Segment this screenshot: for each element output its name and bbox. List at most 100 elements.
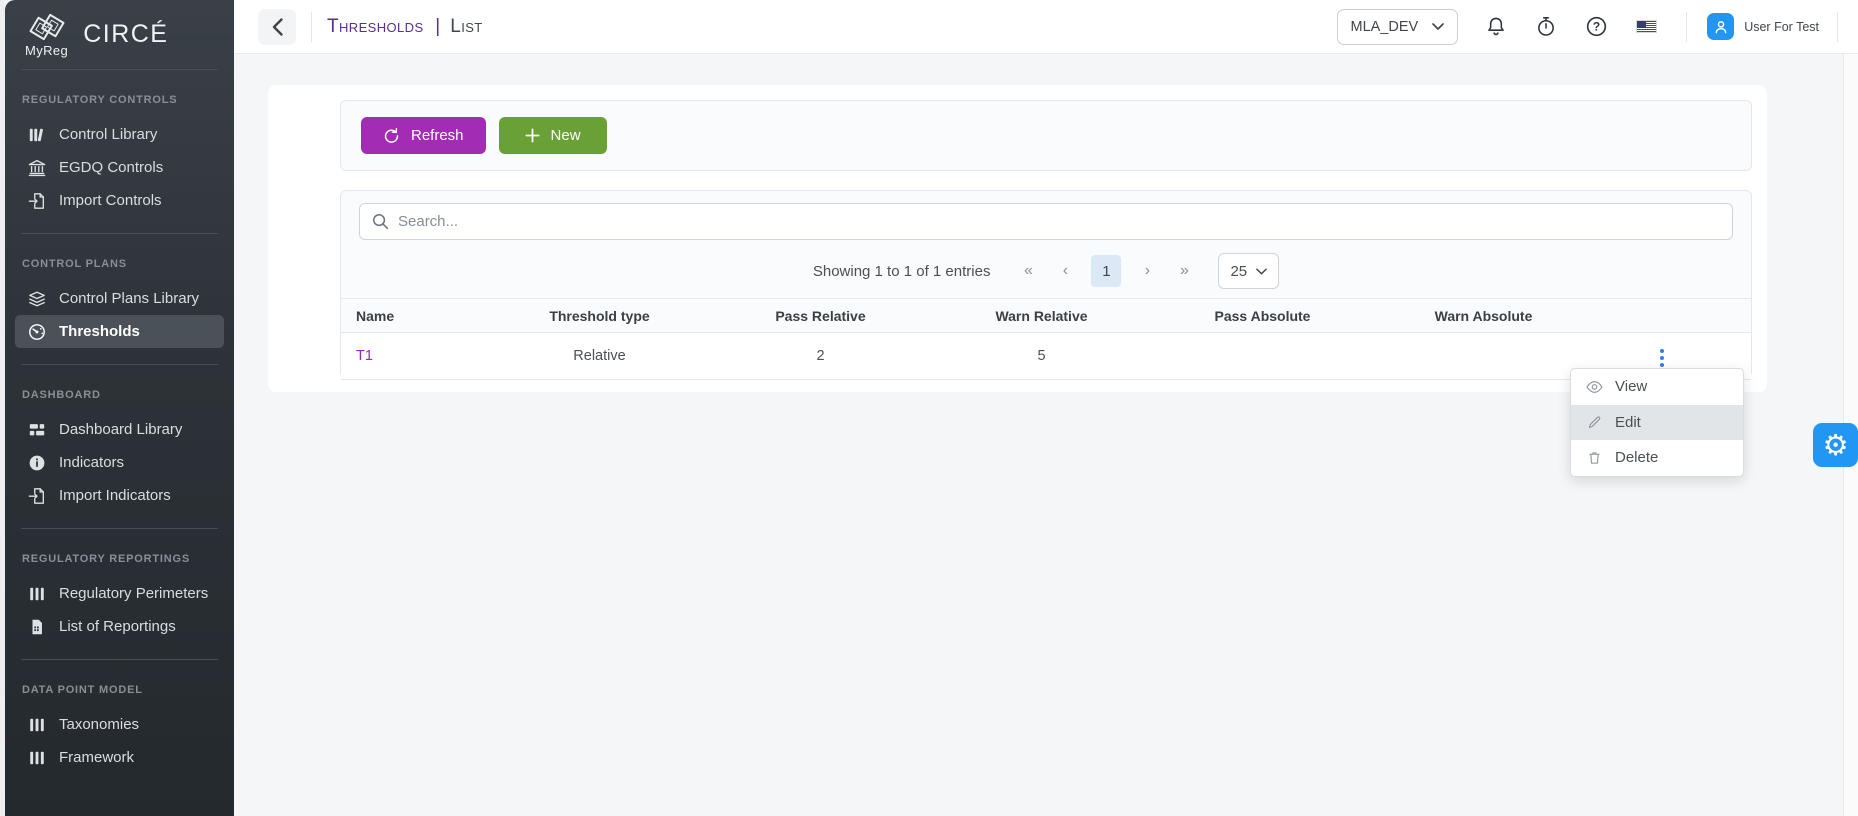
- user-menu[interactable]: User For Test: [1707, 13, 1819, 40]
- app-name: CIRCÉ: [83, 20, 169, 48]
- last-page-button[interactable]: »: [1173, 262, 1195, 280]
- breadcrumb-primary: Thresholds: [327, 15, 424, 37]
- menu-item-label: View: [1615, 378, 1648, 396]
- question-circle-icon: ?: [1585, 15, 1608, 38]
- report-file-icon: [28, 618, 46, 636]
- sidebar-item-regulatory-perimeters[interactable]: Regulatory Perimeters: [5, 577, 234, 610]
- myreg-logo-icon: [27, 12, 67, 42]
- sidebar-item-taxonomies[interactable]: Taxonomies: [5, 708, 234, 741]
- table-header-row: Name Threshold type Pass Relative Warn R…: [341, 298, 1751, 333]
- sidebar: MyReg CIRCÉ Regulatory Controls Control …: [5, 0, 234, 816]
- sidebar-item-thresholds[interactable]: Thresholds: [15, 315, 224, 348]
- sidebar-item-import-indicators[interactable]: Import Indicators: [5, 479, 234, 512]
- library-books-icon: [28, 126, 46, 144]
- stopwatch-icon: [1535, 15, 1557, 38]
- settings-button[interactable]: ⚙: [1813, 423, 1858, 467]
- pagination-summary: Showing 1 to 1 of 1 entries: [812, 262, 991, 280]
- bell-icon: [1485, 15, 1507, 38]
- next-page-button[interactable]: ›: [1136, 262, 1158, 280]
- environment-value: MLA_DEV: [1350, 18, 1419, 35]
- environment-select[interactable]: MLA_DEV: [1336, 8, 1459, 45]
- sidebar-item-indicators[interactable]: Indicators: [5, 446, 234, 479]
- column-header-warn-relative[interactable]: Warn Relative: [931, 299, 1152, 333]
- refresh-label: Refresh: [411, 127, 464, 144]
- gear-icon: ⚙: [1822, 427, 1849, 462]
- current-page-button[interactable]: 1: [1091, 255, 1122, 287]
- user-avatar: [1707, 13, 1735, 40]
- sidebar-item-label: Framework: [59, 749, 135, 766]
- timer-button[interactable]: [1534, 15, 1558, 38]
- column-header-threshold-type[interactable]: Threshold type: [489, 299, 710, 333]
- sidebar-item-label: Import Indicators: [59, 487, 171, 504]
- sidebar-item-label: Control Library: [59, 126, 158, 143]
- language-button[interactable]: [1634, 20, 1658, 33]
- menu-item-label: Delete: [1615, 449, 1659, 467]
- first-page-button[interactable]: «: [1017, 262, 1039, 280]
- user-name: User For Test: [1744, 19, 1819, 34]
- chevron-down-icon: [1432, 23, 1445, 30]
- sidebar-item-framework[interactable]: Framework: [5, 741, 234, 774]
- sidebar-section-control-plans: Control Plans: [22, 258, 127, 270]
- top-bar: Thresholds | List MLA_DEV ? User For Tes…: [234, 0, 1858, 54]
- list-card: Showing 1 to 1 of 1 entries « ‹ 1 › » 25…: [340, 190, 1752, 380]
- search-input[interactable]: [398, 213, 1720, 230]
- column-header-name[interactable]: Name: [341, 299, 489, 333]
- sidebar-section-dashboard: Dashboard: [22, 389, 101, 401]
- row-name-link[interactable]: T1: [356, 348, 373, 364]
- sidebar-item-dashboard-library[interactable]: Dashboard Library: [5, 413, 234, 446]
- sidebar-item-label: Dashboard Library: [59, 421, 183, 438]
- menu-item-view[interactable]: View: [1571, 369, 1743, 405]
- sidebar-item-label: EGDQ Controls: [59, 159, 164, 176]
- sidebar-section-regulatory-reportings: Regulatory Reportings: [22, 553, 190, 565]
- table-row: T1 Relative 2 5: [341, 332, 1751, 380]
- row-threshold-type: Relative: [573, 348, 626, 364]
- menu-item-edit[interactable]: Edit: [1571, 404, 1743, 440]
- page-size-select[interactable]: 25: [1218, 253, 1280, 289]
- sidebar-item-control-library[interactable]: Control Library: [5, 118, 234, 151]
- sidebar-item-label: List of Reportings: [59, 618, 176, 635]
- back-button[interactable]: [258, 8, 296, 45]
- refresh-icon: [383, 127, 400, 144]
- sidebar-item-egdq-controls[interactable]: EGDQ Controls: [5, 151, 234, 184]
- sidebar-divider: [21, 528, 218, 529]
- menu-item-label: Edit: [1615, 413, 1641, 431]
- svg-text:?: ?: [1593, 20, 1600, 34]
- new-label: New: [550, 127, 581, 144]
- search-box: [359, 203, 1733, 240]
- sidebar-item-list-of-reportings[interactable]: List of Reportings: [5, 610, 234, 643]
- sidebar-item-import-controls[interactable]: Import Controls: [5, 184, 234, 217]
- sidebar-item-label: Import Controls: [59, 192, 162, 209]
- us-flag-icon: [1635, 20, 1657, 33]
- books-icon: [28, 749, 46, 767]
- pagination: Showing 1 to 1 of 1 entries « ‹ 1 › » 25: [341, 252, 1751, 290]
- column-header-pass-absolute[interactable]: Pass Absolute: [1152, 299, 1373, 333]
- chevron-left-icon: [271, 17, 284, 37]
- import-file-icon: [28, 192, 46, 210]
- help-button[interactable]: ?: [1584, 15, 1608, 38]
- breadcrumb-separator: |: [435, 15, 441, 37]
- toolbar-card: Refresh New: [340, 100, 1752, 171]
- bank-icon: [28, 159, 46, 177]
- row-pass-relative: 2: [816, 348, 825, 364]
- info-circle-icon: [28, 454, 46, 472]
- breadcrumb: Thresholds | List: [327, 16, 483, 38]
- search-icon: [372, 213, 389, 230]
- sidebar-item-label: Indicators: [59, 454, 125, 471]
- brand-logo[interactable]: MyReg CIRCÉ: [5, 0, 234, 69]
- new-button[interactable]: New: [498, 117, 607, 154]
- sidebar-item-label: Regulatory Perimeters: [59, 585, 209, 602]
- column-header-pass-relative[interactable]: Pass Relative: [710, 299, 931, 333]
- column-header-actions: [1594, 299, 1751, 333]
- refresh-button[interactable]: Refresh: [361, 117, 486, 154]
- sidebar-item-control-plans-library[interactable]: Control Plans Library: [5, 282, 234, 315]
- notifications-button[interactable]: [1484, 15, 1508, 38]
- import-file-icon: [28, 487, 46, 505]
- sidebar-item-label: Thresholds: [59, 323, 140, 340]
- layers-icon: [28, 290, 46, 308]
- eye-icon: [1586, 380, 1603, 394]
- column-header-warn-absolute[interactable]: Warn Absolute: [1373, 299, 1594, 333]
- thresholds-table: Name Threshold type Pass Relative Warn R…: [341, 298, 1751, 380]
- previous-page-button[interactable]: ‹: [1054, 262, 1076, 280]
- menu-item-delete[interactable]: Delete: [1571, 440, 1743, 476]
- dashboard-grid-icon: [28, 421, 46, 439]
